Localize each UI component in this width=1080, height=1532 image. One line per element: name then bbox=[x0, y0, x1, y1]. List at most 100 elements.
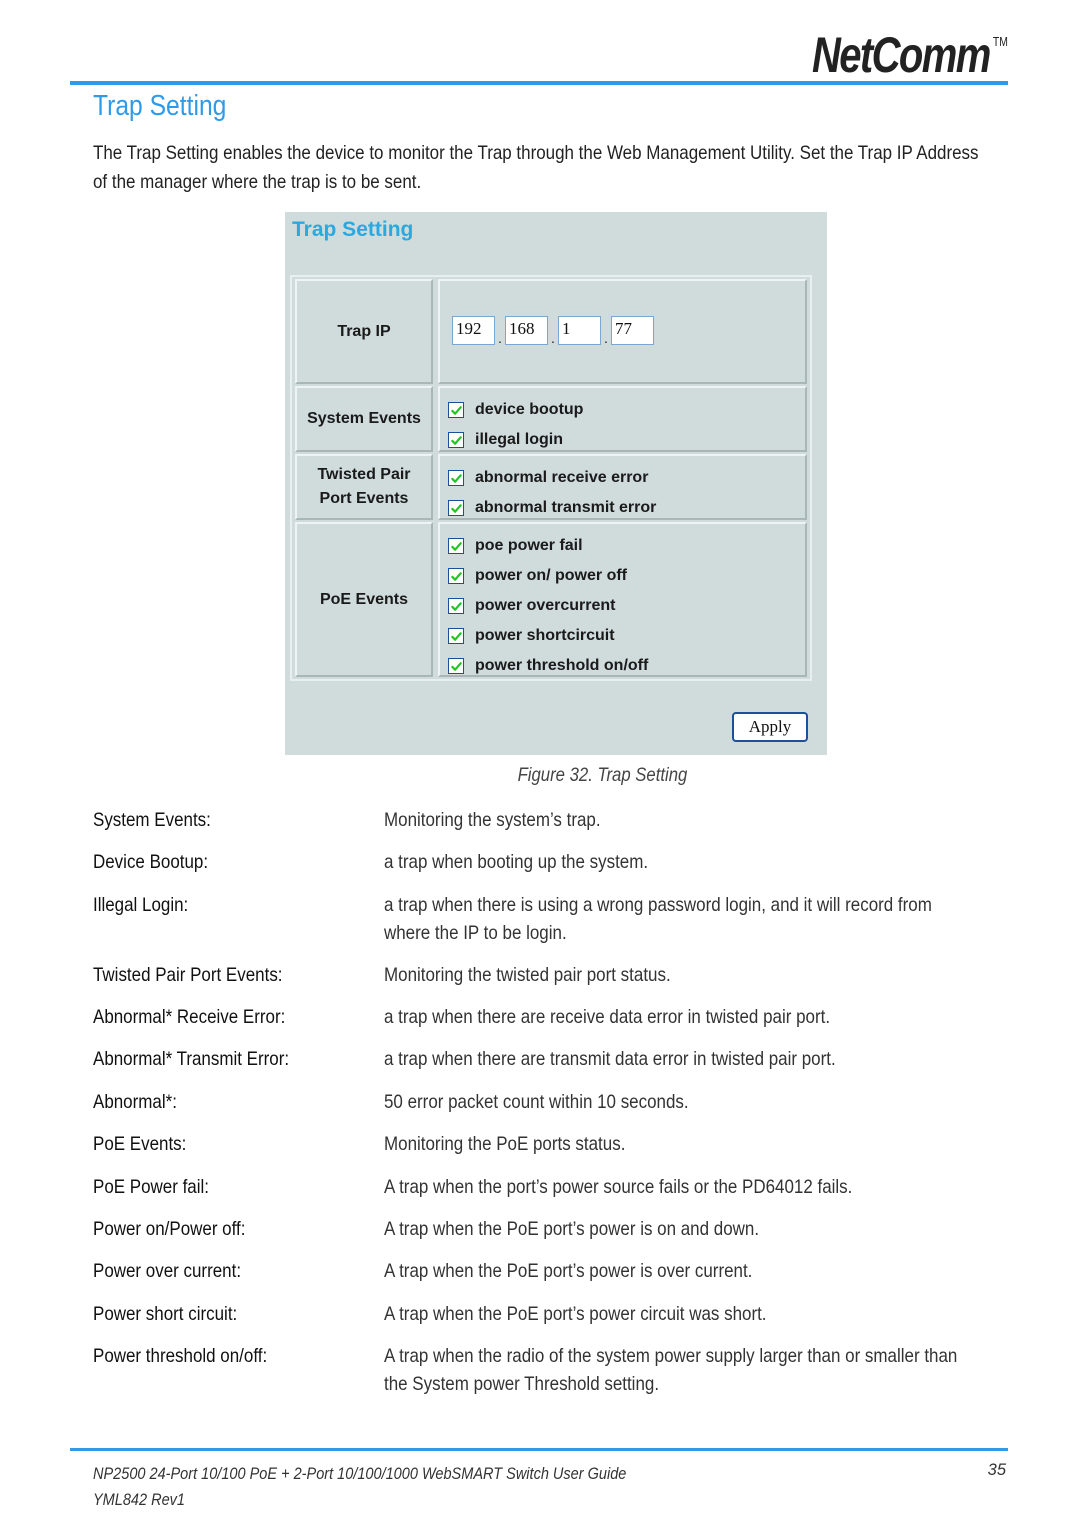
page-number: 35 bbox=[987, 1461, 1006, 1479]
ip-separator: . bbox=[604, 330, 608, 346]
event-checkbox-item[interactable]: device bootup bbox=[448, 395, 583, 425]
checkmark-icon bbox=[450, 503, 462, 513]
definition-description: a trap when there is using a wrong passw… bbox=[384, 894, 932, 944]
definition-term: Power over current: bbox=[93, 1260, 242, 1282]
footer-divider bbox=[70, 1448, 1008, 1451]
definition-description: A trap when the PoE port’s power is on a… bbox=[384, 1218, 760, 1240]
checkbox[interactable] bbox=[448, 598, 464, 614]
checkbox-label: abnormal receive error bbox=[475, 469, 649, 486]
trap-settings-table: Trap IP 192 . 168 . 1 . 77 System Events… bbox=[290, 275, 812, 681]
definition-description: a trap when there are transmit data erro… bbox=[384, 1048, 836, 1070]
trap-ip-octet-4[interactable]: 77 bbox=[611, 316, 654, 345]
checkbox-list: abnormal receive error abnormal transmit … bbox=[448, 463, 656, 523]
group-label-text: Twisted Pair Port Events bbox=[317, 463, 410, 511]
checkmark-icon bbox=[450, 601, 462, 611]
checkmark-icon bbox=[450, 473, 462, 483]
checkbox-label: power threshold on/off bbox=[475, 657, 649, 674]
checkbox[interactable] bbox=[448, 402, 464, 418]
definition-term: Illegal Login: bbox=[93, 894, 189, 916]
group-label-line: Twisted Pair bbox=[317, 466, 411, 483]
checkmark-icon bbox=[450, 631, 462, 641]
definition-term: Abnormal* Transmit Error: bbox=[93, 1048, 290, 1070]
footer-guide-title: NP2500 24-Port 10/100 PoE + 2-Port 10/10… bbox=[93, 1465, 627, 1483]
checkbox-label: power on/ power off bbox=[475, 567, 627, 584]
event-checkbox-item[interactable]: power overcurrent bbox=[448, 591, 648, 621]
event-checkbox-item[interactable]: power on/ power off bbox=[448, 561, 648, 591]
definition-term: Device Bootup: bbox=[93, 851, 209, 873]
definition-description: a trap when booting up the system. bbox=[384, 851, 649, 873]
twisted-pair-events-row: Twisted Pair Port Events abnormal receive… bbox=[295, 454, 807, 520]
definition-term: PoE Events: bbox=[93, 1133, 187, 1155]
checkmark-icon bbox=[450, 661, 462, 671]
trap-ip-octet-2[interactable]: 168 bbox=[505, 316, 548, 345]
logo-text: NetComm bbox=[812, 27, 991, 83]
trap-ip-input-group: 192 . 168 . 1 . 77 bbox=[452, 316, 654, 345]
checkbox-label: device bootup bbox=[475, 401, 584, 418]
definition-description: Monitoring the PoE ports status. bbox=[384, 1133, 626, 1155]
event-checkbox-item[interactable]: power threshold on/off bbox=[448, 651, 648, 681]
group-label-line: Port Events bbox=[319, 490, 409, 507]
ip-separator: . bbox=[551, 330, 555, 346]
definition-term: Abnormal*: bbox=[93, 1091, 177, 1113]
checkbox[interactable] bbox=[448, 470, 464, 486]
group-label-text: PoE Events bbox=[319, 590, 409, 608]
header-divider bbox=[70, 81, 1008, 85]
poe-events-row: PoE Events poe power fail power on/ power… bbox=[295, 522, 807, 677]
event-checkbox-item[interactable]: illegal login bbox=[448, 425, 583, 455]
definition-term: Twisted Pair Port Events: bbox=[93, 964, 283, 986]
poe-events-options: poe power fail power on/ power off power o… bbox=[438, 522, 807, 677]
checkbox-label: abnormal transmit error bbox=[475, 499, 657, 516]
figure-caption: Figure 32. Trap Setting bbox=[0, 765, 1080, 787]
event-checkbox-item[interactable]: abnormal transmit error bbox=[448, 493, 656, 523]
system-events-options: device bootup illegal login bbox=[438, 386, 807, 452]
definition-description: A trap when the PoE port’s power circuit… bbox=[384, 1303, 767, 1325]
definition-term: Power short circuit: bbox=[93, 1303, 238, 1325]
definition-description: a trap when there are receive data error… bbox=[384, 1006, 831, 1028]
trap-ip-label: Trap IP bbox=[295, 279, 433, 384]
system-events-label: System Events bbox=[295, 386, 433, 452]
definition-description: Monitoring the twisted pair port status. bbox=[384, 964, 671, 986]
checkbox[interactable] bbox=[448, 568, 464, 584]
footer-doc-code: YML842 Rev1 bbox=[93, 1491, 186, 1509]
definition-description: 50 error packet count within 10 seconds. bbox=[384, 1091, 689, 1113]
checkbox-label: power shortcircuit bbox=[475, 627, 615, 644]
intro-paragraph: The Trap Setting enables the device to m… bbox=[93, 142, 979, 193]
checkbox[interactable] bbox=[448, 628, 464, 644]
definition-term: PoE Power fail: bbox=[93, 1176, 209, 1198]
event-checkbox-item[interactable]: power shortcircuit bbox=[448, 621, 648, 651]
checkbox[interactable] bbox=[448, 538, 464, 554]
trap-ip-row: Trap IP 192 . 168 . 1 . 77 bbox=[295, 279, 807, 384]
definition-description: Monitoring the system’s trap. bbox=[384, 809, 601, 831]
apply-button[interactable]: Apply bbox=[732, 712, 808, 742]
checkbox-label: power overcurrent bbox=[475, 597, 616, 614]
event-checkbox-item[interactable]: abnormal receive error bbox=[448, 463, 656, 493]
checkbox-list: poe power fail power on/ power off power o… bbox=[448, 531, 648, 681]
event-checkbox-item[interactable]: poe power fail bbox=[448, 531, 648, 561]
checkmark-icon bbox=[450, 435, 462, 445]
trap-ip-cell: 192 . 168 . 1 . 77 bbox=[438, 279, 807, 384]
definition-description: A trap when the PoE port’s power is over… bbox=[384, 1260, 753, 1282]
checkbox-label: illegal login bbox=[475, 431, 564, 448]
checkbox-label: poe power fail bbox=[475, 537, 583, 554]
checkbox-list: device bootup illegal login bbox=[448, 395, 583, 455]
page-title: Trap Setting bbox=[93, 90, 227, 122]
trap-setting-screenshot: Trap Setting Trap IP 192 . 168 . 1 . 77 … bbox=[285, 212, 827, 755]
netcomm-logo: NetComm TM bbox=[812, 26, 1008, 84]
checkmark-icon bbox=[450, 571, 462, 581]
checkbox[interactable] bbox=[448, 432, 464, 448]
group-label-text: System Events bbox=[307, 410, 421, 427]
definition-term: System Events: bbox=[93, 809, 211, 831]
trap-ip-octet-1[interactable]: 192 bbox=[452, 316, 495, 345]
ip-separator: . bbox=[498, 330, 502, 346]
checkbox[interactable] bbox=[448, 500, 464, 516]
trap-ip-octet-3[interactable]: 1 bbox=[558, 316, 601, 345]
definition-description: A trap when the port’s power source fail… bbox=[384, 1176, 853, 1198]
checkmark-icon bbox=[450, 405, 462, 415]
twisted-pair-events-label: Twisted Pair Port Events bbox=[295, 454, 433, 520]
twisted-pair-events-options: abnormal receive error abnormal transmit … bbox=[438, 454, 807, 520]
checkbox[interactable] bbox=[448, 658, 464, 674]
panel-title: Trap Setting bbox=[292, 218, 414, 241]
checkmark-icon bbox=[450, 541, 462, 551]
trademark-mark: TM bbox=[992, 34, 1008, 49]
definition-term: Power on/Power off: bbox=[93, 1218, 246, 1240]
